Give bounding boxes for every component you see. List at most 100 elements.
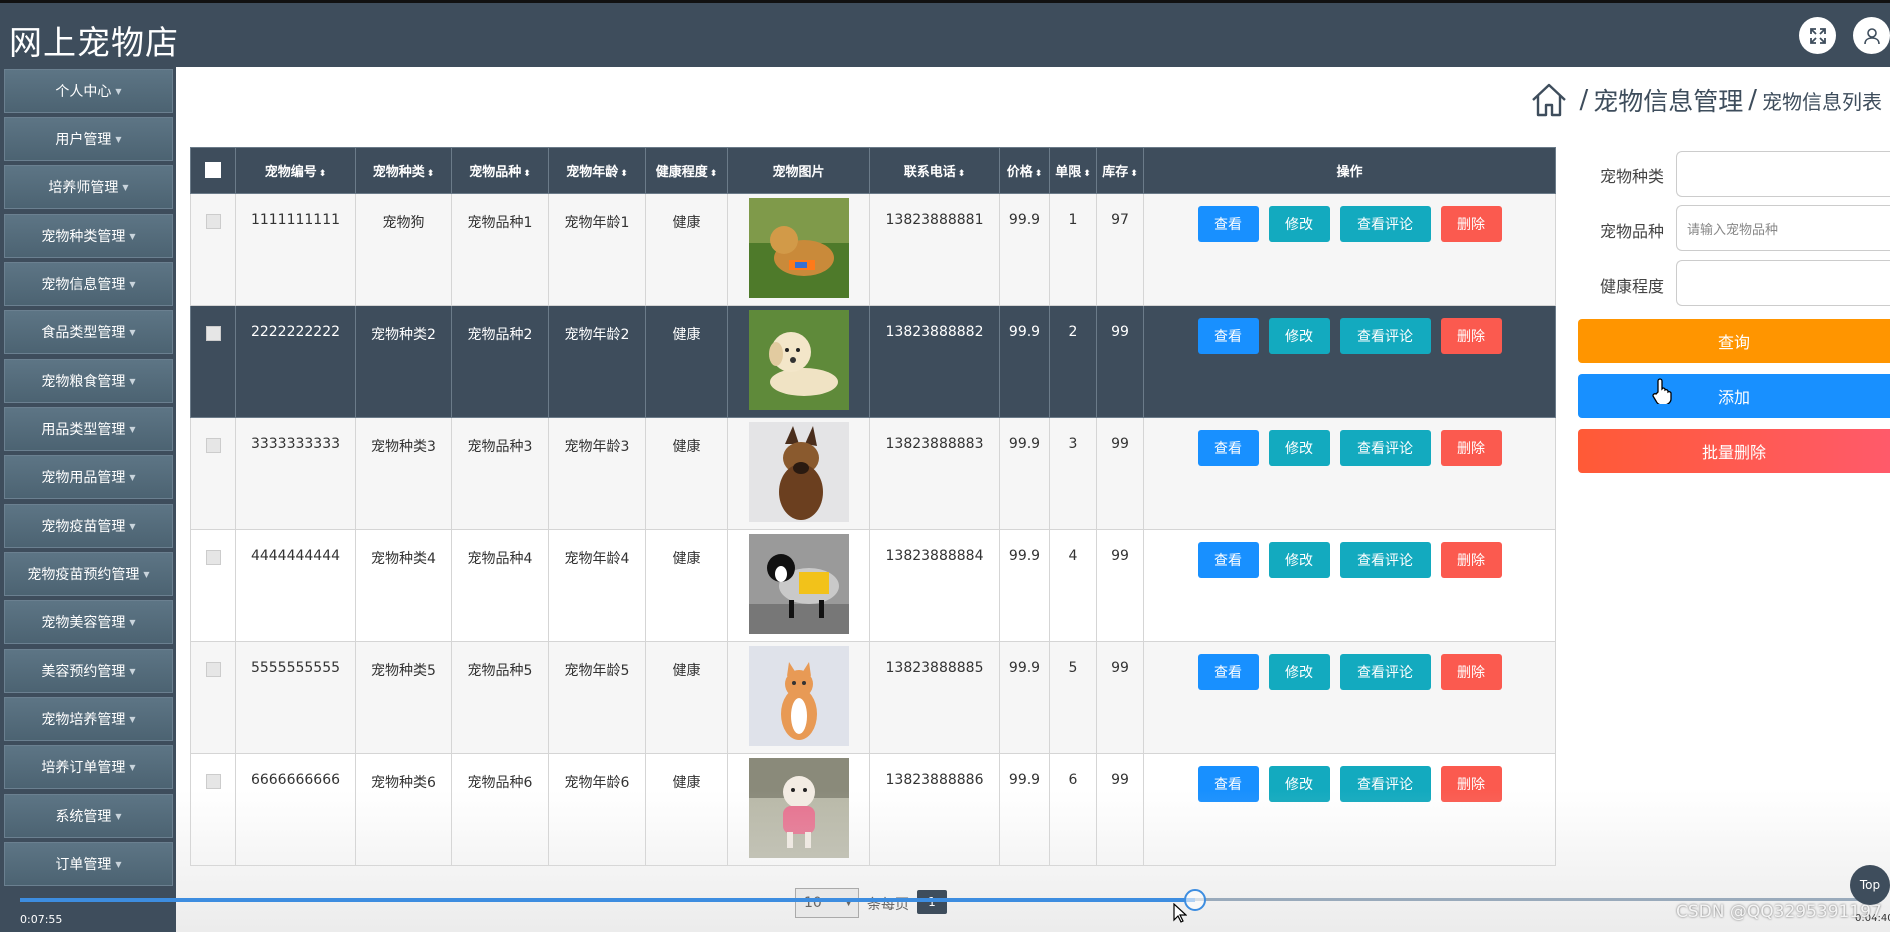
fullscreen-icon[interactable]: [1799, 17, 1836, 54]
pet-type-input[interactable]: [1676, 151, 1890, 197]
cell-stock: 99: [1096, 417, 1144, 530]
col-price[interactable]: 价格 ⬍: [999, 147, 1050, 194]
sidebar-item-vaccine-appointments[interactable]: 宠物疫苗预约管理 ▼: [4, 552, 173, 596]
edit-button[interactable]: 修改: [1268, 430, 1330, 466]
select-all-checkbox[interactable]: [205, 161, 221, 178]
pet-breed-input[interactable]: 请输入宠物品种: [1676, 205, 1890, 251]
table-row[interactable]: 2222222222 宠物种类2 宠物品种2 宠物年龄2 健康 13823888882 99…: [190, 305, 1556, 418]
cell-phone: 13823888885: [869, 641, 1000, 754]
cell-limit: 2: [1049, 305, 1097, 418]
sidebar-item-system[interactable]: 系统管理 ▼: [4, 794, 173, 838]
user-avatar-icon[interactable]: [1853, 17, 1890, 54]
col-limit[interactable]: 单限 ⬍: [1049, 147, 1097, 194]
sidebar-item-orders[interactable]: 订单管理 ▼: [4, 842, 173, 886]
edit-button[interactable]: 修改: [1268, 542, 1330, 578]
sidebar-item-food-types[interactable]: 食品类型管理 ▼: [4, 310, 173, 354]
view-button[interactable]: 查看: [1197, 654, 1259, 690]
col-pet-type[interactable]: 宠物种类 ⬍: [355, 147, 452, 194]
video-progress-knob[interactable]: [1184, 889, 1206, 911]
delete-button[interactable]: 删除: [1440, 318, 1502, 354]
add-button[interactable]: 添加: [1578, 374, 1890, 418]
edit-button[interactable]: 修改: [1268, 206, 1330, 242]
health-label: 健康程度: [1600, 277, 1665, 296]
cell-price: 99.9: [999, 641, 1050, 754]
col-pet-age[interactable]: 宠物年龄 ⬍: [548, 147, 646, 194]
table-row[interactable]: 5555555555 宠物种类5 宠物品种5 宠物年龄5 健康 13823888885 99…: [190, 641, 1556, 754]
sidebar-item-pet-supplies[interactable]: 宠物用品管理 ▼: [4, 455, 173, 499]
sidebar-item-trainers[interactable]: 培养师管理 ▼: [4, 165, 173, 209]
home-icon[interactable]: [1530, 82, 1568, 118]
sidebar-item-pet-food[interactable]: 宠物粮食管理 ▼: [4, 359, 173, 403]
delete-button[interactable]: 删除: [1440, 654, 1502, 690]
chevron-down-icon: ▼: [129, 714, 136, 724]
delete-button[interactable]: 删除: [1440, 542, 1502, 578]
view-comments-button[interactable]: 查看评论: [1339, 206, 1431, 242]
sidebar-item-users[interactable]: 用户管理 ▼: [4, 117, 173, 161]
view-button[interactable]: 查看: [1197, 430, 1259, 466]
sidebar-item-training-orders[interactable]: 培养订单管理 ▼: [4, 745, 173, 789]
view-button[interactable]: 查看: [1197, 318, 1259, 354]
sidebar-item-pet-types[interactable]: 宠物种类管理 ▼: [4, 214, 173, 258]
view-button[interactable]: 查看: [1197, 542, 1259, 578]
row-checkbox[interactable]: [205, 214, 221, 229]
row-checkbox[interactable]: [205, 774, 221, 789]
cell-health: 健康: [645, 529, 728, 642]
row-checkbox[interactable]: [205, 662, 221, 677]
cell-pet-image: [727, 529, 870, 642]
col-health[interactable]: 健康程度 ⬍: [645, 147, 728, 194]
page-size-select[interactable]: 10 ▼: [795, 888, 859, 918]
pagination-current-page[interactable]: 1: [917, 890, 947, 914]
sidebar-item-pet-info[interactable]: 宠物信息管理 ▼: [4, 262, 173, 306]
sidebar-item-grooming[interactable]: 宠物美容管理 ▼: [4, 600, 173, 644]
sidebar-item-vaccines[interactable]: 宠物疫苗管理 ▼: [4, 504, 173, 548]
sidebar-item-personal-center[interactable]: 个人中心 ▼: [4, 69, 173, 113]
col-pet-id[interactable]: 宠物编号 ⬍: [235, 147, 356, 194]
top-bar: 网上宠物店: [0, 0, 1890, 67]
delete-button[interactable]: 删除: [1440, 206, 1502, 242]
view-button[interactable]: 查看: [1197, 206, 1259, 242]
query-button[interactable]: 查询: [1578, 319, 1890, 363]
breadcrumb: / 宠物信息管理 / 宠物信息列表: [1530, 82, 1882, 118]
chevron-down-icon: ▼: [129, 521, 136, 531]
table-row[interactable]: 3333333333 宠物种类3 宠物品种3 宠物年龄3 健康 13823888883 99…: [190, 417, 1556, 530]
edit-button[interactable]: 修改: [1268, 654, 1330, 690]
col-phone[interactable]: 联系电话 ⬍: [869, 147, 1000, 194]
row-checkbox[interactable]: [205, 326, 221, 341]
col-pet-breed[interactable]: 宠物品种 ⬍: [451, 147, 549, 194]
cell-phone: 13823888882: [869, 305, 1000, 418]
view-comments-button[interactable]: 查看评论: [1339, 430, 1431, 466]
view-comments-button[interactable]: 查看评论: [1339, 318, 1431, 354]
cell-pet-breed: 宠物品种1: [451, 193, 549, 306]
table-row[interactable]: 4444444444 宠物种类4 宠物品种4 宠物年龄4 健康 13823888884 99…: [190, 529, 1556, 642]
back-to-top-button[interactable]: Top: [1850, 865, 1890, 905]
cell-health: 健康: [645, 641, 728, 754]
edit-button[interactable]: 修改: [1268, 318, 1330, 354]
col-pet-image: 宠物图片: [727, 147, 870, 194]
breadcrumb-pet-info[interactable]: 宠物信息管理: [1593, 82, 1743, 118]
app-window: 网上宠物店 个人中心 ▼ 用户管理 ▼ 培养师管理 ▼ 宠物种类管理 ▼ 宠物信息管理 ▼…: [0, 0, 1890, 932]
table-row[interactable]: 1111111111 宠物狗 宠物品种1 宠物年龄1 健康 13823888881 99.9…: [190, 193, 1556, 306]
delete-button[interactable]: 删除: [1440, 430, 1502, 466]
col-stock[interactable]: 库存 ⬍: [1096, 147, 1144, 194]
view-comments-button[interactable]: 查看评论: [1339, 542, 1431, 578]
sidebar-item-grooming-appointments[interactable]: 美容预约管理 ▼: [4, 649, 173, 693]
sidebar-item-supply-types[interactable]: 用品类型管理 ▼: [4, 407, 173, 451]
row-checkbox[interactable]: [205, 550, 221, 565]
row-checkbox[interactable]: [205, 438, 221, 453]
cell-stock: 99: [1096, 641, 1144, 754]
batch-delete-button[interactable]: 批量删除: [1578, 429, 1890, 473]
row-select-cell: [190, 641, 236, 754]
breadcrumb-pet-info-list: 宠物信息列表: [1762, 89, 1882, 114]
cell-pet-breed: 宠物品种2: [451, 305, 549, 418]
cell-limit: 1: [1049, 193, 1097, 306]
bottom-overlay: [176, 790, 1890, 932]
cell-pet-type: 宠物种类2: [355, 305, 452, 418]
view-comments-button[interactable]: 查看评论: [1339, 654, 1431, 690]
sort-icon: ⬍: [1034, 169, 1043, 179]
sort-icon: ⬍: [709, 169, 718, 179]
sort-icon: ⬍: [1130, 169, 1138, 179]
sidebar-item-training[interactable]: 宠物培养管理 ▼: [4, 697, 173, 741]
hand-cursor-icon: [1652, 378, 1672, 404]
health-input[interactable]: [1676, 260, 1890, 306]
cell-phone: 13823888884: [869, 529, 1000, 642]
